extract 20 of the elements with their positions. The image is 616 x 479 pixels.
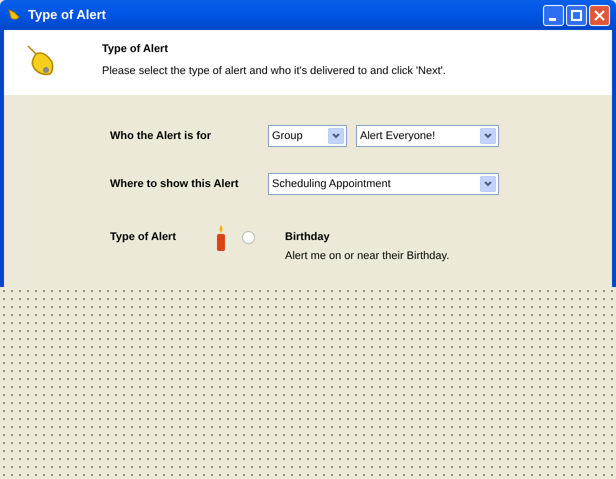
window-title: Type of Alert: [28, 6, 106, 24]
dropdown[interactable]: Scheduling Appointment: [268, 173, 499, 195]
maximize-button[interactable]: [566, 4, 587, 26]
option-description: Alert me on or near their Birthday.: [285, 248, 450, 264]
minimize-button[interactable]: [543, 4, 564, 26]
field-label: Where to show this Alert: [110, 176, 240, 192]
candle-icon: [216, 225, 226, 251]
close-icon: [594, 10, 605, 20]
maximize-icon: [571, 10, 582, 20]
field-label: Who the Alert is for: [110, 128, 212, 144]
dropdown[interactable]: Group: [268, 125, 347, 147]
radio-button[interactable]: [242, 231, 255, 244]
header-title: Type of Alert: [102, 42, 170, 57]
field-label: Type of Alert: [110, 230, 178, 245]
dropdown[interactable]: Alert Everyone!: [356, 125, 499, 147]
header-description: Please select the type of alert and who it's delivered to and click 'Next'.: [102, 64, 446, 78]
minimize-icon: [548, 18, 556, 20]
close-button[interactable]: [589, 4, 610, 26]
option-title: Birthday: [285, 230, 331, 245]
bell-icon: [6, 7, 22, 23]
